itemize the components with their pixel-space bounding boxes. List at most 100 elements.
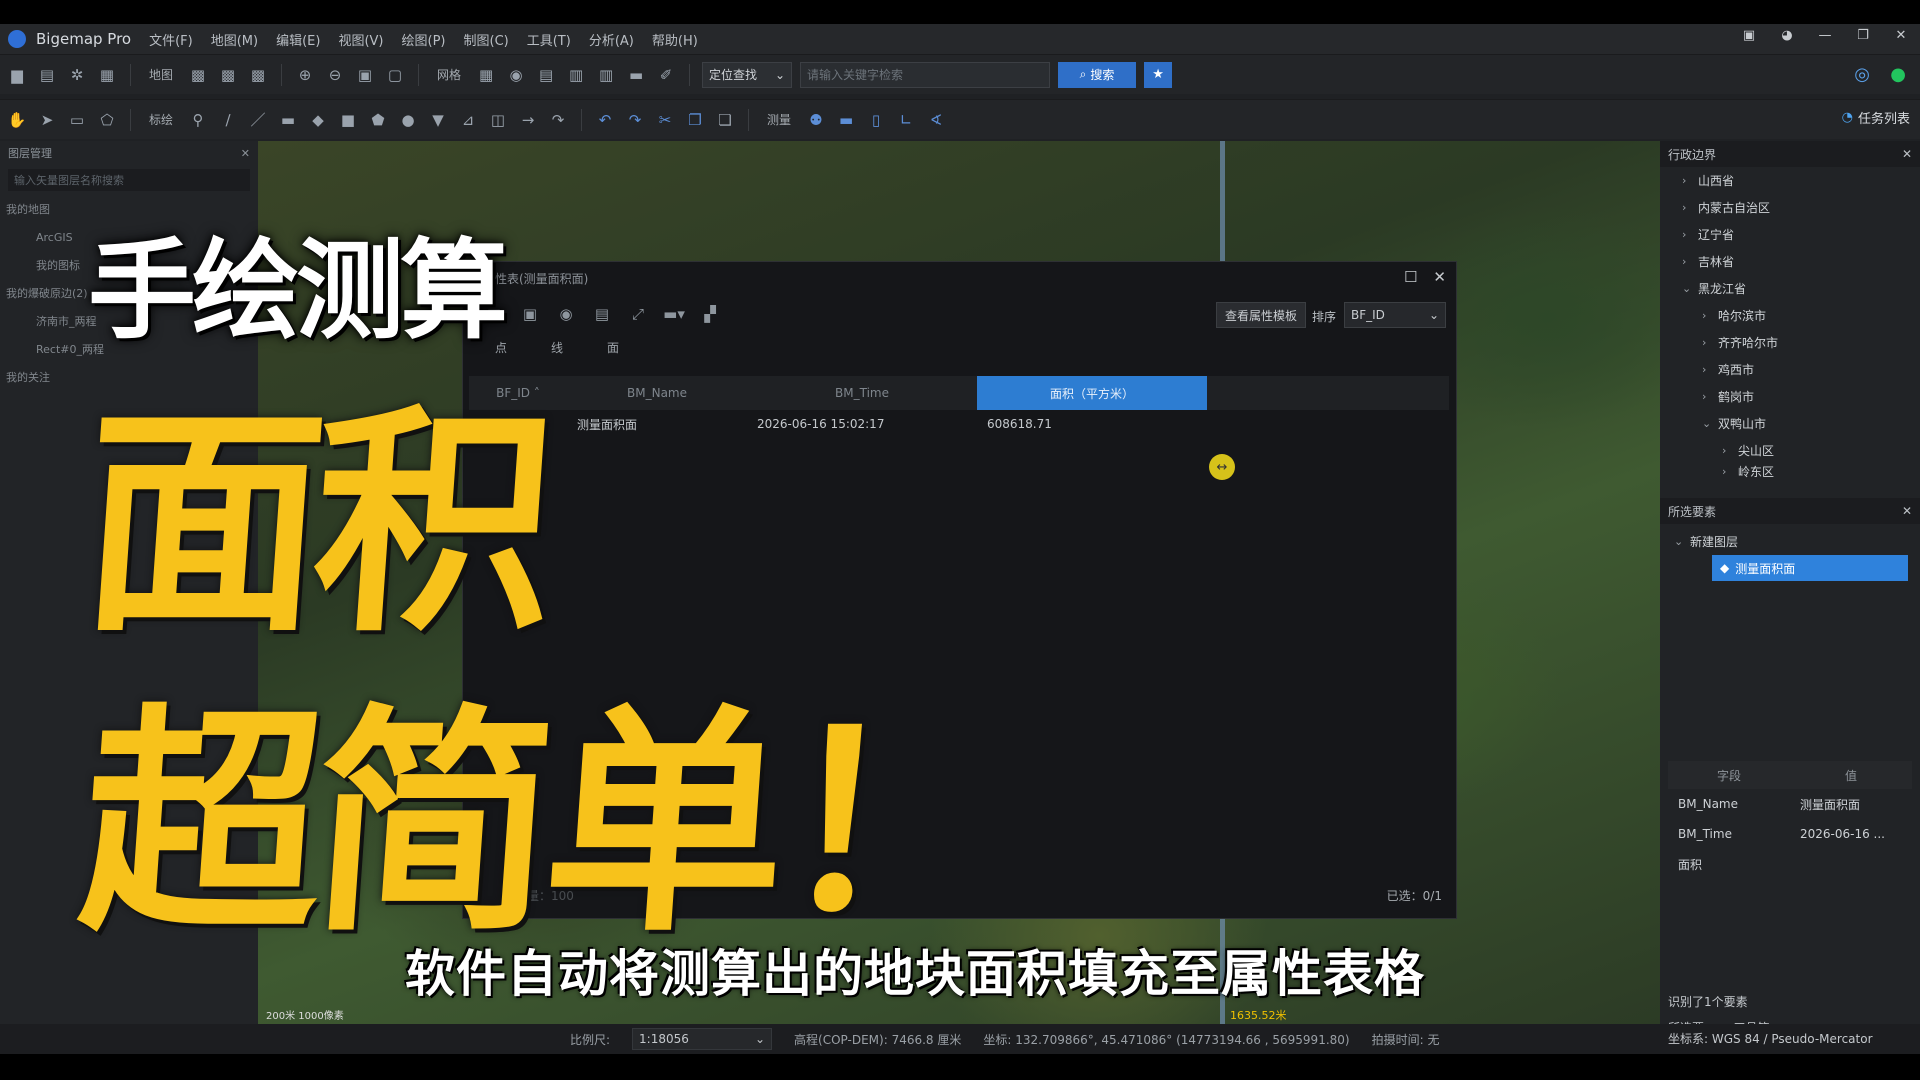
copy-icon[interactable]: ❐	[684, 109, 706, 131]
azimuth-icon[interactable]: ∢	[925, 109, 947, 131]
ruler-icon[interactable]: ▬	[835, 109, 857, 131]
scale-select[interactable]: 1:18056 ⌄	[632, 1028, 773, 1050]
file-icon[interactable]: ▤	[36, 64, 58, 86]
admin-item[interactable]: › 内蒙古自治区	[1682, 194, 1920, 221]
table-row[interactable]: 5 测量面积面 2026-06-16 15:02:17 608618.71	[469, 410, 1449, 438]
zoom-to-icon[interactable]: ⤢	[627, 303, 649, 325]
admin-item[interactable]: › 鹤岗市	[1682, 383, 1920, 410]
online-icon[interactable]: ◎	[1854, 64, 1870, 85]
tab-line[interactable]: 线	[551, 339, 563, 356]
mgrs-grid-icon[interactable]: ▥	[565, 64, 587, 86]
arrow-icon[interactable]: →	[517, 109, 539, 131]
square-icon[interactable]: ■	[337, 109, 359, 131]
redo-icon[interactable]: ↷	[624, 109, 646, 131]
menu-cartography[interactable]: 制图(C)	[464, 30, 509, 49]
layer-group[interactable]: ⌄ 新建图层	[1674, 528, 1920, 555]
menu-help[interactable]: 帮助(H)	[652, 30, 698, 49]
wechat-icon[interactable]: ●	[1890, 64, 1906, 85]
export-icon[interactable]: ▤	[591, 303, 613, 325]
restore-icon[interactable]: ❐	[1852, 28, 1874, 43]
document-icon[interactable]: ▯	[865, 109, 887, 131]
col-bm-name[interactable]: BM_Name	[567, 376, 747, 410]
pointer-icon[interactable]: ➤	[36, 109, 58, 131]
admin-item[interactable]: › 尖山区	[1682, 437, 1920, 464]
scissors-icon[interactable]: ✂	[654, 109, 676, 131]
view-template-button[interactable]: 查看属性模板	[1215, 302, 1306, 328]
admin-item[interactable]: › 辽宁省	[1682, 221, 1920, 248]
tab-polygon[interactable]: 面	[607, 339, 619, 356]
fill-icon[interactable]: ▼	[427, 109, 449, 131]
rectangle-icon[interactable]: ▬	[277, 109, 299, 131]
eraser-icon[interactable]: ◆	[307, 109, 329, 131]
admin-item[interactable]: › 吉林省	[1682, 248, 1920, 275]
panel-close-icon[interactable]: ✕	[1902, 504, 1912, 518]
zoom-in-icon[interactable]: ⊕	[294, 64, 316, 86]
polyline-icon[interactable]: ∕	[217, 109, 239, 131]
crs-text[interactable]: 坐标系: WGS 84 / Pseudo-Mercator	[1668, 1030, 1873, 1047]
map-source-1-icon[interactable]: ▩	[187, 64, 209, 86]
favorite-button[interactable]: ★	[1144, 61, 1173, 88]
admin-item[interactable]: ⌄ 黑龙江省	[1682, 275, 1920, 302]
measure-line-icon[interactable]: ⊿	[457, 109, 479, 131]
km-grid-icon[interactable]: ▤	[535, 64, 557, 86]
angle-icon[interactable]: ∟	[895, 109, 917, 131]
sort-select[interactable]: BF_ID ⌄	[1344, 302, 1446, 328]
map-source-3-icon[interactable]: ▩	[247, 64, 269, 86]
admin-item[interactable]: › 鸡西市	[1682, 356, 1920, 383]
grid-icon[interactable]: ▦	[475, 64, 497, 86]
brush-icon[interactable]: ✐	[655, 64, 677, 86]
map-source-2-icon[interactable]: ▩	[217, 64, 239, 86]
menu-file[interactable]: 文件(F)	[149, 30, 193, 49]
measure-area-icon[interactable]: ◫	[487, 109, 509, 131]
col-area[interactable]: 面积（平方米）	[977, 376, 1207, 410]
wgs-grid-icon[interactable]: ▥	[595, 64, 617, 86]
col-bm-time[interactable]: BM_Time	[747, 376, 977, 410]
locate-select[interactable]: 定位查找 ⌄	[702, 61, 793, 88]
selected-feature-item[interactable]: ◆ 测量面积面	[1712, 555, 1908, 581]
layer-icon[interactable]: ▦	[96, 64, 118, 86]
invert-select-icon[interactable]: ▞	[699, 303, 721, 325]
menu-edit[interactable]: 编辑(E)	[276, 30, 320, 49]
paste-icon[interactable]: ❏	[714, 109, 736, 131]
user-avatar-icon[interactable]: ◕	[1776, 28, 1798, 43]
panel-close-icon[interactable]: ✕	[1902, 147, 1912, 161]
save-icon[interactable]: ▣	[519, 303, 541, 325]
layer-search-input[interactable]: 输入矢量图层名称搜索	[8, 169, 250, 191]
globe-icon[interactable]: ◉	[505, 64, 527, 86]
maximize-icon[interactable]: ☐	[1404, 268, 1417, 286]
admin-item[interactable]: › 哈尔滨市	[1682, 302, 1920, 329]
close-icon[interactable]: ✕	[1890, 28, 1912, 43]
menu-tools[interactable]: 工具(T)	[527, 30, 571, 49]
minimize-icon[interactable]: —	[1814, 28, 1836, 43]
admin-item[interactable]: › 齐齐哈尔市	[1682, 329, 1920, 356]
pan-hand-icon[interactable]: ✋	[6, 109, 28, 131]
polygon-icon[interactable]: ⬟	[367, 109, 389, 131]
circle-icon[interactable]: ●	[397, 109, 419, 131]
chat-icon[interactable]: ▣	[1738, 28, 1760, 43]
menu-analysis[interactable]: 分析(A)	[589, 30, 634, 49]
folder-icon[interactable]: ▆	[6, 64, 28, 86]
admin-item[interactable]: › 岭东区	[1682, 464, 1920, 479]
dialog-close-icon[interactable]: ✕	[1433, 268, 1446, 286]
admin-item[interactable]: ⌄ 双鸭山市	[1682, 410, 1920, 437]
undo-icon[interactable]: ↶	[594, 109, 616, 131]
menu-view[interactable]: 视图(V)	[338, 30, 383, 49]
curve-arrow-icon[interactable]: ↷	[547, 109, 569, 131]
pentagon-select-icon[interactable]: ⬠	[96, 109, 118, 131]
zoom-out-icon[interactable]: ⊖	[324, 64, 346, 86]
person-icon[interactable]: ⚉	[805, 109, 827, 131]
line-icon[interactable]: ／	[247, 109, 269, 131]
select-icon[interactable]: ▬▾	[663, 303, 685, 325]
admin-item[interactable]: › 山西省	[1682, 167, 1920, 194]
menu-map[interactable]: 地图(M)	[211, 30, 258, 49]
tile-icon[interactable]: ▬	[625, 64, 647, 86]
panel-close-icon[interactable]: ✕	[241, 147, 250, 160]
menu-draw[interactable]: 绘图(P)	[402, 30, 446, 49]
full-extent-icon[interactable]: ▣	[354, 64, 376, 86]
search-input[interactable]: 请输入关键字检索	[800, 61, 1051, 88]
marker-icon[interactable]: ⚲	[187, 109, 209, 131]
settings-icon[interactable]: ✲	[66, 64, 88, 86]
search-button[interactable]: ⌕ 搜索	[1058, 61, 1137, 88]
eye-icon[interactable]: ◉	[555, 303, 577, 325]
screen-icon[interactable]: ▭	[66, 109, 88, 131]
